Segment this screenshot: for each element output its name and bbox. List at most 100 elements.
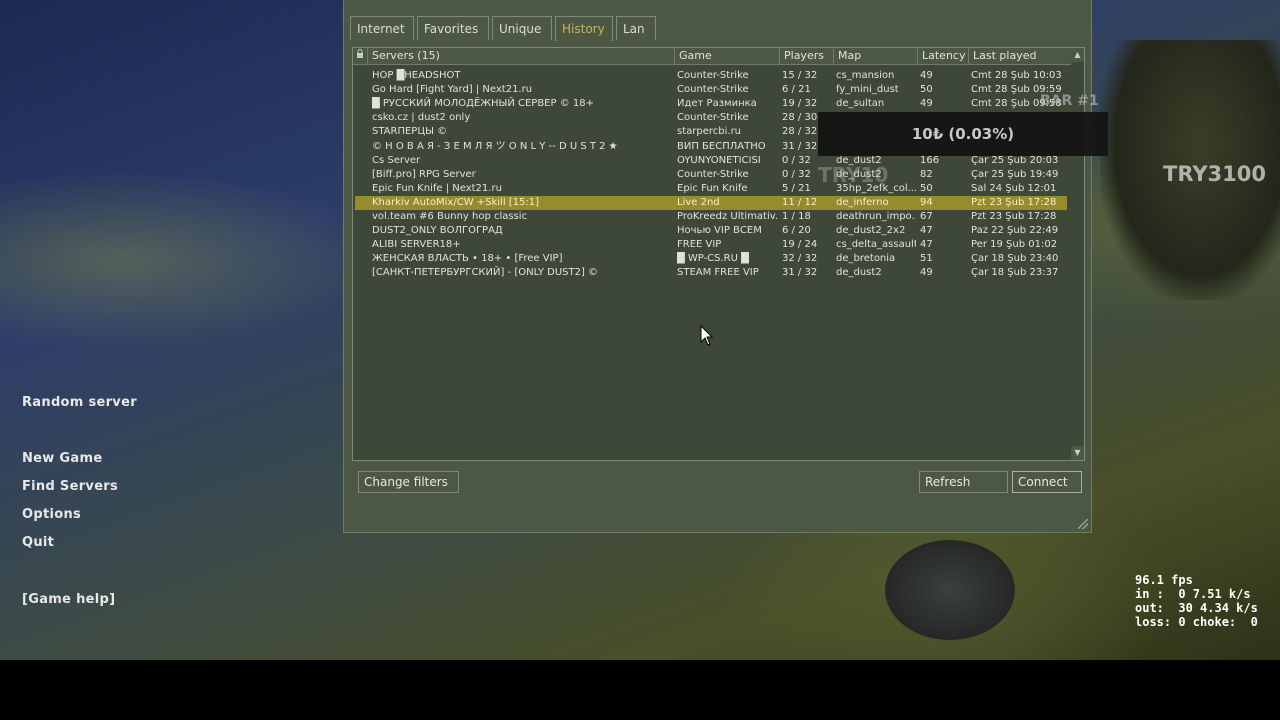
last-played-cell: Çar 18 Şub 23:37 [971,267,1059,279]
server-name-cell: csko.cz | dust2 only [372,112,471,124]
menu-random-server[interactable]: Random server [22,395,137,410]
scroll-up-button[interactable]: ▲ [1071,48,1084,62]
server-name-cell: STARПЕРЦЫ © [372,126,448,138]
game-cell: █ WP-CS.RU █ [677,253,749,265]
server-name-cell: © Н О В А Я - З Е М Л Я ツ O N L Y -- D U… [372,140,618,152]
last-played-cell: Cmt 28 Şub 10:03 [971,70,1062,81]
column-header-players[interactable]: Players [779,48,833,64]
server-list-header: Servers (15) Game Players Map Latency La… [353,48,1071,65]
last-played-cell: Paz 22 Şub 22:49 [971,225,1059,237]
players-cell: 6 / 20 [782,225,811,237]
game-cell: Counter-Strike [677,112,749,124]
map-cell: de_sultan [836,98,885,110]
change-filters-button[interactable]: Change filters [358,471,459,493]
game-cell: STEAM FREE VIP [677,267,759,279]
latency-cell: 82 [920,168,933,180]
latency-cell: 67 [920,211,933,222]
game-cell: ProKreedz Ultimativ... [677,211,777,222]
server-row[interactable]: [САНКТ-ПЕТЕРБУРГСКИЙ] - [ONLY DUST2] © ST… [355,266,1067,280]
refresh-button[interactable]: Refresh [919,471,1008,493]
server-name-cell: Go Hard [Fight Yard] | Next21.ru [372,84,533,96]
tab-lan[interactable]: Lan [616,16,656,40]
server-row[interactable]: DUST2_ONLY ВОЛГОГРАД Ночью VIP ВСЕМ 6 / 20… [355,224,1067,238]
tab-history[interactable]: History [555,16,613,41]
donation-tooltip: 10₺ (0.03%) [818,112,1108,156]
latency-cell: 49 [920,98,933,110]
server-name-cell: DUST2_ONLY ВОЛГОГРАД [372,225,503,237]
column-header-game[interactable]: Game [674,48,779,64]
server-browser-window: Internet Favorites Unique History Lan Se… [343,0,1092,533]
last-played-cell: Per 19 Şub 01:02 [971,239,1058,251]
latency-cell: 47 [920,239,933,251]
latency-cell: 50 [920,84,933,96]
game-cell: Counter-Strike [677,168,749,180]
column-header-last-played[interactable]: Last played [968,48,1071,64]
server-row[interactable]: ALIBI SERVER18+ FREE VIP 19 / 24 cs_delta_a… [355,238,1067,252]
server-name-cell: █ РУССКИЙ МОЛОДЁЖНЫЙ СЕРВЕР © 18+ [372,98,594,110]
latency-cell: 50 [920,182,933,194]
server-name-cell: Cs Server [372,154,421,166]
last-played-cell: Pzt 23 Şub 17:28 [971,211,1057,222]
game-cell: Ночью VIP ВСЕМ [677,225,762,237]
map-cell: fy_mini_dust [836,84,899,96]
server-row[interactable]: [Biff.pro] RPG Server Counter-Strike 0 / 3… [355,168,1067,182]
server-row[interactable]: vol.team #6 Bunny hop classic ProKreedz U… [355,210,1067,224]
server-row[interactable]: Kharkiv AutoMix/CW +Skill [15:1] Live 2nd… [355,195,1067,210]
menu-options[interactable]: Options [22,507,81,522]
server-name-cell: ЖЕНСКАЯ ВЛАСТЬ • 18+ • [Free VIP] [372,253,563,265]
server-row[interactable]: Epic Fun Knife | Next21.ru Epic Fun Knife… [355,182,1067,196]
last-played-cell: Çar 18 Şub 23:40 [971,253,1059,265]
server-name-cell: Epic Fun Knife | Next21.ru [372,182,502,194]
lock-column-header[interactable] [353,48,367,64]
players-cell: 15 / 32 [782,70,818,81]
players-cell: 19 / 32 [782,98,818,110]
resize-grip[interactable] [1078,519,1088,529]
map-cell: deathrun_impo... [836,211,916,222]
tab-unique[interactable]: Unique [492,16,552,40]
server-name-cell: Kharkiv AutoMix/CW +Skill [15:1] [372,196,540,208]
server-name-cell: vol.team #6 Bunny hop classic [372,211,528,222]
menu-find-servers[interactable]: Find Servers [22,479,118,494]
server-name-cell: ALIBI SERVER18+ [372,239,461,251]
tab-favorites[interactable]: Favorites [417,16,489,40]
column-header-map[interactable]: Map [833,48,917,64]
game-cell: Counter-Strike [677,84,749,96]
tab-internet[interactable]: Internet [350,16,414,40]
last-played-cell: Sal 24 Şub 12:01 [971,182,1057,194]
game-cell: ВИП БЕСПЛАТНО [677,140,766,152]
server-list: Servers (15) Game Players Map Latency La… [352,47,1085,461]
try3100-label: TRY3100 [1163,162,1267,186]
net-loss-readout: loss: 0 choke: 0 [1135,615,1258,629]
game-cell: OYUNYONETICISI [677,154,761,166]
connect-button[interactable]: Connect [1012,471,1082,493]
map-cell: de_dust2_2x2 [836,225,906,237]
players-cell: 32 / 32 [782,253,818,265]
menu-new-game[interactable]: New Game [22,451,102,466]
game-cell: Идет Разминка [677,98,757,110]
bar-label: BAR #1 [1040,93,1099,109]
map-cell: cs_mansion [836,70,895,81]
lock-icon [357,49,363,58]
server-row[interactable]: HOP █HEADSHOT Counter-Strike 15 / 32 cs_man… [355,69,1067,83]
server-row[interactable]: Go Hard [Fight Yard] | Next21.ru Counter-… [355,83,1067,97]
column-header-latency[interactable]: Latency [917,48,968,64]
latency-cell: 49 [920,267,933,279]
players-cell: 31 / 32 [782,267,818,279]
players-cell: 11 / 12 [782,196,818,208]
server-row[interactable]: █ РУССКИЙ МОЛОДЁЖНЫЙ СЕРВЕР © 18+ Идет Ра… [355,97,1067,111]
latency-cell: 94 [920,196,933,208]
players-cell: 1 / 18 [782,211,811,222]
menu-game-help[interactable]: [Game help] [22,592,115,607]
map-cell: de_bretonia [836,253,896,265]
fps-readout: 96.1 fps [1135,573,1193,587]
players-cell: 6 / 21 [782,84,811,96]
map-cell: cs_delta_assault [836,239,916,251]
server-name-cell: [Biff.pro] RPG Server [372,168,476,180]
server-row[interactable]: ЖЕНСКАЯ ВЛАСТЬ • 18+ • [Free VIP] █ WP-CS… [355,252,1067,266]
game-cell: Counter-Strike [677,70,749,81]
scroll-down-button[interactable]: ▼ [1071,446,1084,460]
column-header-servers[interactable]: Servers (15) [367,48,674,64]
menu-quit[interactable]: Quit [22,535,54,550]
last-played-cell: Çar 25 Şub 19:49 [971,168,1059,180]
game-cell: Epic Fun Knife [677,182,748,194]
